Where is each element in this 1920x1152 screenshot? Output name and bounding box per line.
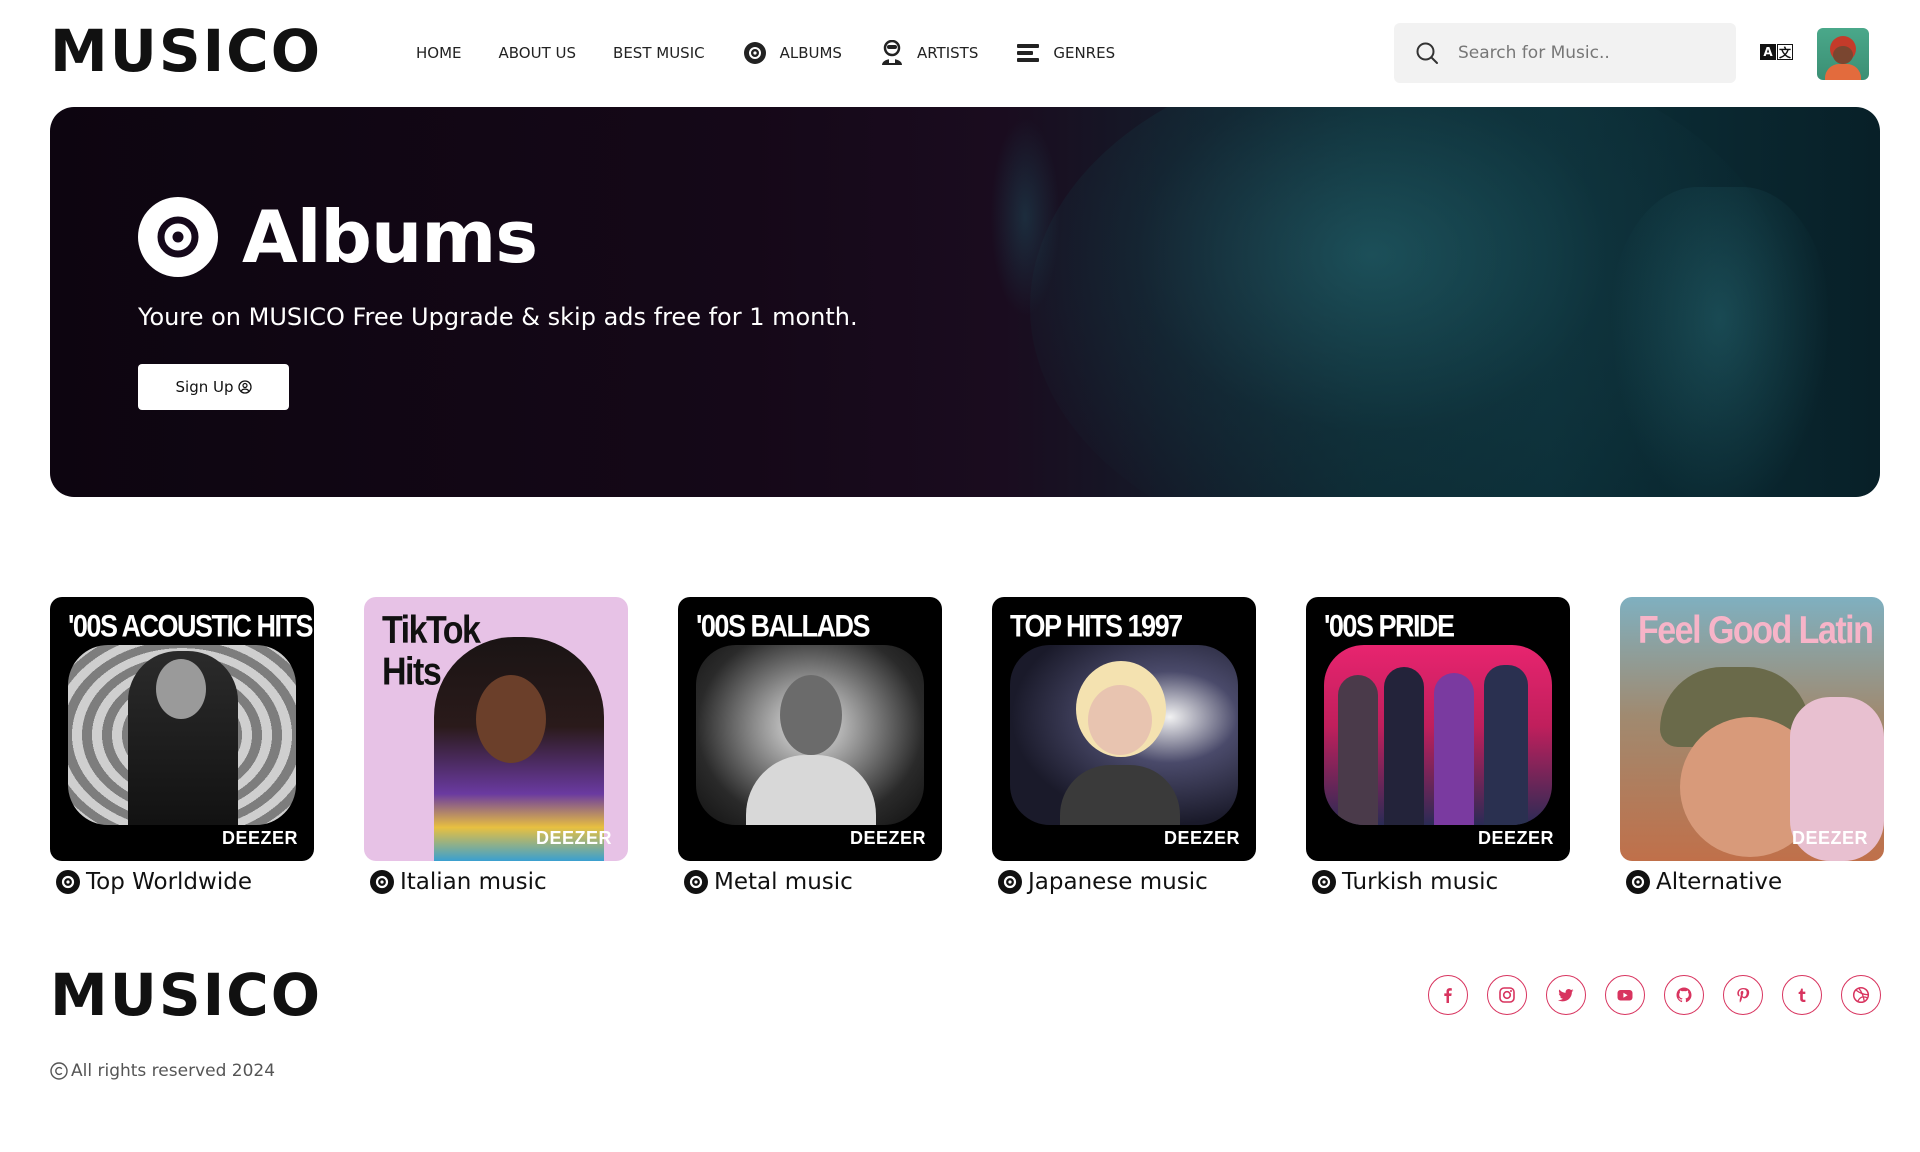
nav-item-genres[interactable]: GENRES xyxy=(1015,40,1115,66)
nav-item-label: ABOUT US xyxy=(498,44,577,62)
deezer-badge: DEEZER xyxy=(1791,828,1868,848)
copyright-icon xyxy=(50,1062,68,1080)
page-title: Albums xyxy=(242,195,538,279)
deezer-badge: DEEZER xyxy=(535,828,612,848)
nav-item-label: ARTISTS xyxy=(916,44,979,62)
instagram-icon[interactable] xyxy=(1487,975,1527,1015)
tumblr-icon[interactable] xyxy=(1782,975,1822,1015)
deezer-badge: DEEZER xyxy=(1477,828,1554,848)
disc-icon xyxy=(370,870,394,894)
album-label-text: Metal music xyxy=(714,869,853,895)
album-label: Top Worldwide xyxy=(56,869,314,895)
nav-item-artists[interactable]: ARTISTS xyxy=(879,40,978,66)
album-label-text: Top Worldwide xyxy=(86,869,252,895)
sign-up-button[interactable]: Sign Up xyxy=(138,364,289,410)
github-icon[interactable] xyxy=(1664,975,1704,1015)
copyright-text: All rights reserved 2024 xyxy=(71,1061,276,1081)
nav-item-albums[interactable]: ALBUMS xyxy=(742,40,842,66)
album-card[interactable]: '00S BALLADS DEEZER Metal music xyxy=(678,597,942,895)
site-logo[interactable]: MUSICO xyxy=(50,22,322,80)
sign-up-label: Sign Up xyxy=(175,378,234,396)
album-grid: '00S ACOUSTIC HITS DEEZER Top Worldwide … xyxy=(50,597,1884,897)
nav-item-label: GENRES xyxy=(1053,44,1116,62)
album-label: Metal music xyxy=(684,869,942,895)
album-card[interactable]: '00S PRIDE DEEZER Turkish music xyxy=(1306,597,1570,895)
album-cover-title: TOP HITS 1997 xyxy=(1010,608,1183,644)
user-avatar[interactable] xyxy=(1817,28,1869,80)
album-cover: TikTok Hits DEEZER xyxy=(364,597,628,861)
disc-icon xyxy=(138,197,218,277)
nav-item-label: HOME xyxy=(416,44,462,62)
user-circle-icon xyxy=(237,380,252,394)
album-cover-title: '00S BALLADS xyxy=(696,608,870,644)
dribbble-icon[interactable] xyxy=(1841,975,1881,1015)
deezer-badge: DEEZER xyxy=(849,828,926,848)
album-label-text: Japanese music xyxy=(1028,869,1208,895)
disc-icon xyxy=(998,870,1022,894)
twitter-icon[interactable] xyxy=(1546,975,1586,1015)
nav-item-best-music[interactable]: BEST MUSIC xyxy=(613,44,705,62)
main-nav: HOME ABOUT US BEST MUSIC ALBUMS ARTISTS … xyxy=(416,38,1152,68)
facebook-icon[interactable] xyxy=(1428,975,1468,1015)
social-links xyxy=(1428,975,1881,1015)
album-label: Turkish music xyxy=(1312,869,1570,895)
album-cover: Feel Good Latin DEEZER xyxy=(1620,597,1884,861)
search-input[interactable] xyxy=(1458,43,1718,63)
hero-banner: Albums Youre on MUSICO Free Upgrade & sk… xyxy=(50,107,1880,497)
pinterest-icon[interactable] xyxy=(1723,975,1763,1015)
disc-icon xyxy=(684,870,708,894)
album-card[interactable]: TOP HITS 1997 DEEZER Japanese music xyxy=(992,597,1256,895)
album-cover-title: '00S ACOUSTIC HITS xyxy=(68,608,313,644)
album-cover: '00S ACOUSTIC HITS DEEZER xyxy=(50,597,314,861)
disc-icon xyxy=(56,870,80,894)
album-cover-title: TikTok Hits xyxy=(382,608,481,694)
album-label: Japanese music xyxy=(998,869,1256,895)
album-label: Alternative xyxy=(1626,869,1884,895)
album-cover: '00S BALLADS DEEZER xyxy=(678,597,942,861)
album-label: Italian music xyxy=(370,869,628,895)
nav-item-label: ALBUMS xyxy=(779,44,842,62)
deezer-badge: DEEZER xyxy=(1163,828,1240,848)
artist-icon xyxy=(879,40,905,66)
album-cover: '00S PRIDE DEEZER xyxy=(1306,597,1570,861)
nav-item-label: BEST MUSIC xyxy=(613,44,705,62)
nav-item-home[interactable]: HOME xyxy=(416,44,462,62)
album-cover-title: '00S PRIDE xyxy=(1324,608,1455,644)
genres-icon xyxy=(1015,40,1041,66)
search-box xyxy=(1394,23,1736,83)
album-card[interactable]: Feel Good Latin DEEZER Alternative xyxy=(1620,597,1884,895)
album-card[interactable]: '00S ACOUSTIC HITS DEEZER Top Worldwide xyxy=(50,597,314,895)
album-label-text: Alternative xyxy=(1656,869,1783,895)
album-label-text: Italian music xyxy=(400,869,547,895)
nav-item-about-us[interactable]: ABOUT US xyxy=(499,44,577,62)
disc-icon xyxy=(1312,870,1336,894)
deezer-badge: DEEZER xyxy=(221,828,298,848)
disc-icon xyxy=(742,40,768,66)
search-icon xyxy=(1414,40,1440,66)
hero-subtitle: Youre on MUSICO Free Upgrade & skip ads … xyxy=(138,303,858,331)
hero-heading: Albums xyxy=(138,195,538,279)
album-cover: TOP HITS 1997 DEEZER xyxy=(992,597,1256,861)
translate-icon[interactable]: A文 xyxy=(1760,44,1794,64)
album-label-text: Turkish music xyxy=(1342,869,1499,895)
album-card[interactable]: TikTok Hits DEEZER Italian music xyxy=(364,597,628,895)
copyright: All rights reserved 2024 xyxy=(50,1061,275,1081)
disc-icon xyxy=(1626,870,1650,894)
album-cover-title: Feel Good Latin xyxy=(1638,608,1874,653)
footer-logo[interactable]: MUSICO xyxy=(50,966,322,1024)
youtube-icon[interactable] xyxy=(1605,975,1645,1015)
